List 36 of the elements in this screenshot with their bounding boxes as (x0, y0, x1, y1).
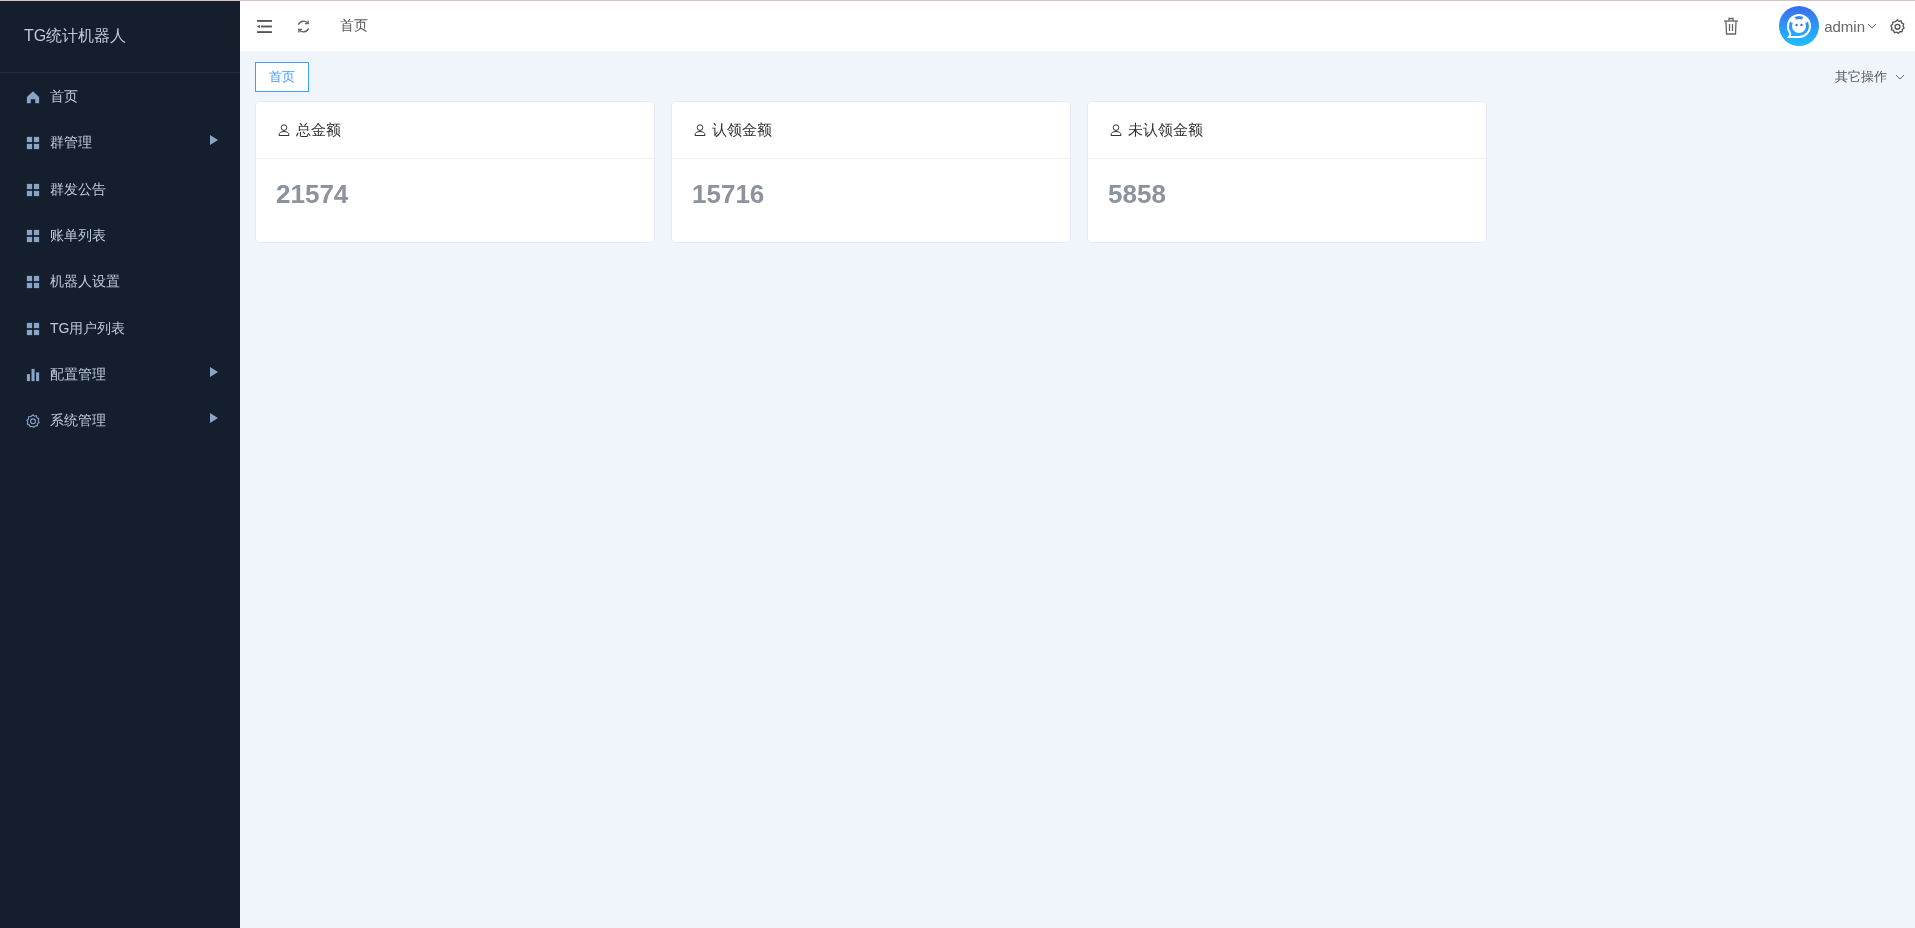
caret-icon (1895, 74, 1905, 80)
user-menu[interactable]: admin (1824, 17, 1877, 35)
sidebar-item[interactable]: 系统管理 (0, 398, 240, 445)
avatar-icon[interactable] (1779, 6, 1820, 46)
grid-icon (26, 136, 40, 151)
card-title: 未认领金额 (1128, 120, 1203, 140)
card-value: 15716 (692, 179, 765, 209)
grid-icon (26, 182, 40, 197)
caret-icon (1867, 23, 1877, 29)
sidebar-item[interactable]: TG用户列表 (0, 305, 240, 352)
sidebar-item[interactable]: 账单列表 (0, 212, 240, 260)
card-title: 认领金额 (712, 120, 772, 140)
grid-icon (26, 321, 40, 336)
sidebar-item[interactable]: 机器人设置 (0, 259, 240, 306)
user-icon (694, 124, 706, 136)
grid-icon (26, 229, 40, 244)
settings-icon[interactable] (1890, 18, 1905, 34)
app-title: TG统计机器人 (24, 26, 127, 46)
user-icon (1110, 124, 1122, 136)
grid-icon (26, 275, 40, 290)
user-icon (278, 124, 290, 136)
card-value: 5858 (1108, 179, 1166, 209)
refresh-icon[interactable] (296, 18, 311, 34)
sidebar-item[interactable]: 群管理 (0, 120, 240, 167)
other-actions-dropdown[interactable]: 其它操作 (1835, 68, 1905, 86)
bar-chart-icon (26, 367, 40, 382)
sidebar-item[interactable]: 配置管理 (0, 351, 240, 399)
card-value: 21574 (276, 179, 349, 209)
breadcrumb: 首页 (340, 17, 368, 35)
card-title: 总金额 (296, 120, 341, 140)
gear-icon (26, 414, 40, 429)
sidebar-item[interactable]: 群发公告 (0, 166, 240, 213)
trash-icon[interactable] (1723, 17, 1740, 35)
home-icon (26, 90, 40, 105)
menu-icon[interactable] (257, 19, 272, 33)
sidebar-item[interactable]: 首页 (0, 74, 240, 121)
